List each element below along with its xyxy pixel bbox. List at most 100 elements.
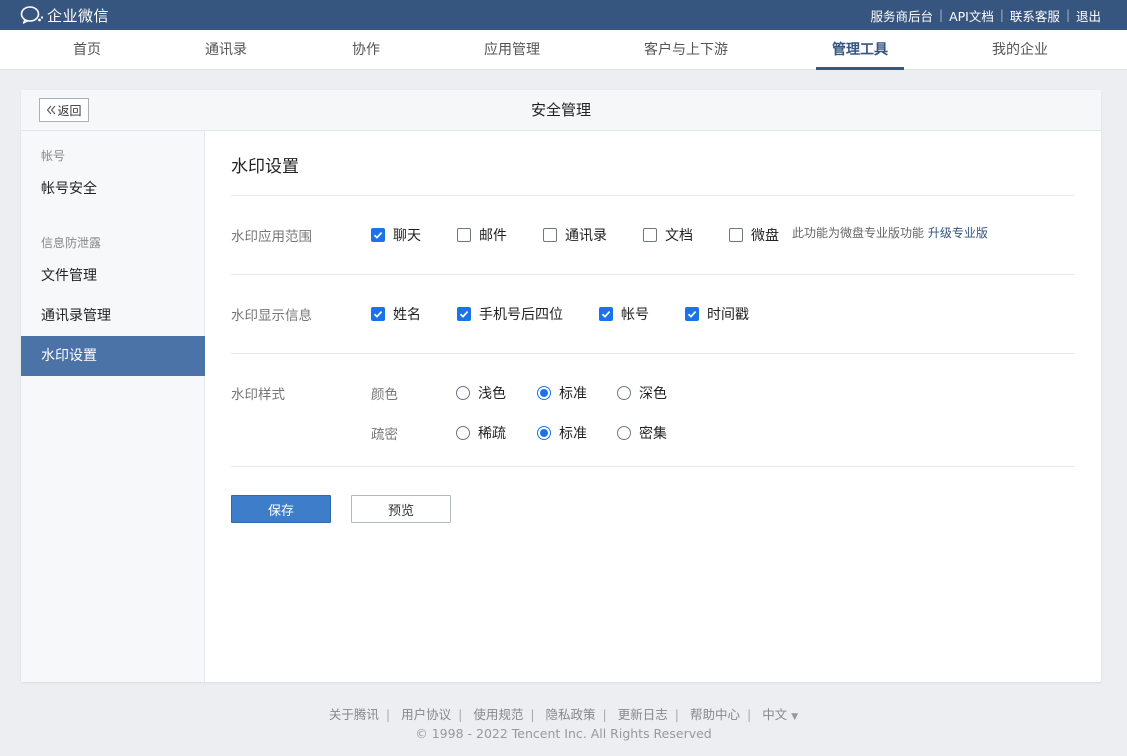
display-account-checkbox[interactable]: 帐号 [599,304,649,324]
top-link-separator: | [1065,8,1070,22]
checkbox-unchecked-icon [729,228,743,242]
color-light-label: 浅色 [478,386,506,402]
top-links: 服务商后台 | API文档 | 联系客服 | 退出 [871,0,1101,30]
radio-unselected-icon [617,426,631,440]
language-label: 中文 [762,707,788,722]
sidebar-item-file-management[interactable]: 文件管理 [21,256,205,296]
scope-chat-checkbox[interactable]: 聊天 [371,225,421,245]
checkbox-checked-icon [371,307,385,321]
top-link-separator: | [939,8,944,22]
back-button[interactable]: 返回 [39,98,89,122]
footer-changelog-link[interactable]: 更新日志 [618,707,668,722]
contact-support-link[interactable]: 联系客服 [1010,6,1060,25]
main-content: 水印设置 水印应用范围 聊天 邮件 通讯录 文档 微盘 此功能为微盘专业版功能 … [206,131,1101,682]
checkbox-checked-icon [685,307,699,321]
density-sparse-radio[interactable]: 稀疏 [456,423,506,443]
scope-drive-label: 微盘 [751,228,779,244]
footer-help-link[interactable]: 帮助中心 [690,707,740,722]
scope-docs-label: 文档 [665,228,693,244]
sidebar-item-contacts-management[interactable]: 通讯录管理 [21,296,205,336]
scope-contacts-label: 通讯录 [565,228,607,244]
sidebar-item-watermark-settings[interactable]: 水印设置 [21,336,205,376]
color-label: 颜色 [371,387,398,403]
logout-link[interactable]: 退出 [1076,6,1101,25]
display-info-label: 水印显示信息 [231,308,312,324]
footer-usage-rules-link[interactable]: 使用规范 [473,707,523,722]
color-light-radio[interactable]: 浅色 [456,383,506,403]
divider [231,466,1075,467]
checkbox-unchecked-icon [457,228,471,242]
nav-home[interactable]: 首页 [57,30,117,70]
drive-pro-note-text: 此功能为微盘专业版功能 [792,226,925,240]
display-account-label: 帐号 [621,307,649,323]
footer-user-agreement-link[interactable]: 用户协议 [401,707,451,722]
nav-collaboration[interactable]: 协作 [336,30,396,70]
divider [231,274,1075,275]
display-phone-last4-checkbox[interactable]: 手机号后四位 [457,304,563,324]
service-backend-link[interactable]: 服务商后台 [871,6,934,25]
display-timestamp-label: 时间戳 [707,307,749,323]
scope-mail-checkbox[interactable]: 邮件 [457,225,507,245]
scope-contacts-checkbox[interactable]: 通讯录 [543,225,607,245]
footer-privacy-link[interactable]: 隐私政策 [546,707,596,722]
drive-pro-note: 此功能为微盘专业版功能 升级专业版 [792,224,988,241]
sidebar-item-account-security[interactable]: 帐号安全 [21,169,205,209]
top-link-separator: | [999,8,1004,22]
api-docs-link[interactable]: API文档 [949,6,994,25]
security-management-card: 返回 安全管理 帐号 帐号安全 信息防泄露 文件管理 通讯录管理 水印设置 水印… [21,90,1101,682]
density-sparse-label: 稀疏 [478,426,506,442]
radio-unselected-icon [456,386,470,400]
display-name-label: 姓名 [393,307,421,323]
section-title: 水印设置 [231,157,299,177]
nav-customers-partners[interactable]: 客户与上下游 [634,30,738,70]
density-dense-radio[interactable]: 密集 [617,423,667,443]
save-button[interactable]: 保存 [231,495,331,523]
main-nav: 首页 通讯录 协作 应用管理 客户与上下游 管理工具 我的企业 [0,30,1127,70]
divider [231,353,1075,354]
color-dark-label: 深色 [639,386,667,402]
density-label: 疏密 [371,427,398,443]
preview-button[interactable]: 预览 [351,495,451,523]
scope-drive-checkbox[interactable]: 微盘 [729,225,779,245]
nav-contacts[interactable]: 通讯录 [190,30,262,70]
sidebar-group-account: 帐号 [41,149,66,163]
scope-chat-label: 聊天 [393,228,421,244]
card-header: 返回 安全管理 [21,90,1101,131]
caret-down-icon: ▼ [791,712,799,722]
display-timestamp-checkbox[interactable]: 时间戳 [685,304,749,324]
wecom-logo-icon [20,6,44,24]
radio-unselected-icon [456,426,470,440]
nav-app-management[interactable]: 应用管理 [470,30,554,70]
display-name-checkbox[interactable]: 姓名 [371,304,421,324]
checkbox-checked-icon [457,307,471,321]
style-label: 水印样式 [231,387,285,403]
nav-admin-tools[interactable]: 管理工具 [816,30,904,70]
upgrade-pro-link[interactable]: 升级专业版 [928,226,988,240]
sidebar-group-leak-prevention: 信息防泄露 [41,236,102,250]
scope-docs-checkbox[interactable]: 文档 [643,225,693,245]
app-name: 企业微信 [47,6,110,25]
checkbox-unchecked-icon [643,228,657,242]
color-standard-label: 标准 [559,386,587,402]
language-select[interactable]: 中文 ▼ [762,707,798,722]
checkbox-unchecked-icon [543,228,557,242]
color-dark-radio[interactable]: 深色 [617,383,667,403]
density-dense-label: 密集 [639,426,667,442]
double-chevron-left-icon [47,105,56,115]
checkbox-checked-icon [371,228,385,242]
sidebar: 帐号 帐号安全 信息防泄露 文件管理 通讯录管理 水印设置 [21,131,205,682]
scope-mail-label: 邮件 [479,228,507,244]
footer-about-link[interactable]: 关于腾讯 [329,707,379,722]
footer-links: 关于腾讯 | 用户协议 | 使用规范 | 隐私政策 | 更新日志 | 帮助中心 | 中文 ▼ [328,707,799,722]
density-standard-radio[interactable]: 标准 [537,423,587,443]
divider [231,195,1075,196]
scope-label: 水印应用范围 [231,229,312,245]
app-logo[interactable]: 企业微信 [20,4,109,26]
color-standard-radio[interactable]: 标准 [537,383,587,403]
checkbox-checked-icon [599,307,613,321]
radio-selected-icon [537,386,551,400]
top-bar: 企业微信 服务商后台 | API文档 | 联系客服 | 退出 [0,0,1127,30]
radio-selected-icon [537,426,551,440]
radio-unselected-icon [617,386,631,400]
nav-my-company[interactable]: 我的企业 [978,30,1062,70]
